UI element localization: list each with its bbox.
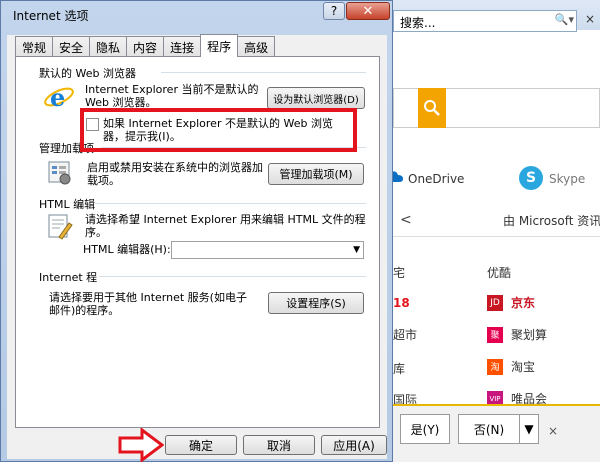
ok-button[interactable]: 确定 — [165, 435, 237, 455]
left-link[interactable]: 18 — [393, 296, 410, 310]
chevron-left-icon[interactable]: < — [400, 212, 412, 228]
offer-item-taobao[interactable]: 淘 淘宝 — [487, 358, 535, 375]
html-editor-select[interactable]: ▼ — [171, 241, 364, 259]
notify-no-button[interactable]: 否(N) — [458, 414, 520, 444]
tab-connections[interactable]: 连接 — [163, 36, 202, 57]
search-icon — [424, 100, 440, 116]
offer-item-juhuasuan[interactable]: 聚 聚划算 — [487, 326, 547, 343]
tab-close-icon[interactable]: × — [585, 12, 595, 26]
svg-text:e: e — [50, 83, 65, 112]
addons-description: 启用或禁用安装在系统中的浏览器加载项。 — [87, 161, 263, 187]
default-browser-title: 默认的 Web 浏览器 — [39, 67, 136, 80]
browser-search-box[interactable]: 搜索... 🔍▾ — [393, 10, 577, 32]
set-default-browser-button[interactable]: 设为默认浏览器(D) — [267, 87, 365, 109]
ie-logo-icon: e — [44, 83, 74, 112]
notify-close-icon[interactable]: × — [548, 424, 558, 438]
apply-button[interactable]: 应用(A) — [321, 435, 387, 455]
tab-advanced[interactable]: 高级 — [237, 36, 276, 57]
html-editing-description: 请选择希望 Internet Explorer 用来编辑 HTML 文件的程序。 — [85, 213, 366, 239]
taobao-logo-icon: 淘 — [487, 358, 503, 375]
search-dropdown-icon[interactable]: 🔍▾ — [555, 13, 574, 26]
onedrive-link[interactable]: OneDrive — [408, 172, 464, 186]
offer-label: 淘宝 — [511, 360, 536, 374]
close-button[interactable]: ✕ — [346, 2, 390, 20]
offers-title: 优酷 — [487, 266, 512, 280]
left-link[interactable]: 超市 — [393, 326, 417, 343]
arrow-right-icon — [118, 428, 164, 462]
offer-item-jd[interactable]: JD 京东 — [487, 294, 535, 311]
divider — [161, 72, 366, 73]
notify-yes-button[interactable]: 是(Y) — [400, 414, 450, 444]
tab-programs[interactable]: 程序 — [200, 34, 239, 57]
set-programs-button[interactable]: 设置程序(S) — [268, 292, 364, 314]
html-editor-label: HTML 编辑器(H): — [83, 243, 171, 256]
browser-search-placeholder: 搜索... — [400, 16, 436, 30]
highlight-box — [80, 108, 357, 152]
juhuasuan-logo-icon: 聚 — [487, 326, 503, 343]
cancel-button[interactable]: 取消 — [243, 435, 315, 455]
left-link[interactable]: 宅 — [393, 264, 405, 281]
manage-addons-button[interactable]: 管理加载项(M) — [268, 163, 364, 185]
page-search-button[interactable] — [418, 88, 446, 128]
offer-label: 京东 — [511, 296, 536, 310]
html-editor-icon — [48, 214, 73, 240]
internet-programs-title: Internet 程 — [39, 271, 98, 284]
tab-general[interactable]: 常规 — [15, 36, 54, 57]
manage-addons-icon — [48, 161, 71, 185]
html-editing-title: HTML 编辑 — [39, 198, 96, 211]
divider — [99, 276, 366, 277]
tab-content[interactable]: 内容 — [126, 36, 165, 57]
help-button[interactable]: ? — [323, 2, 345, 20]
chevron-down-icon: ▼ — [524, 422, 534, 436]
tab-privacy[interactable]: 隐私 — [89, 36, 128, 57]
tab-security[interactable]: 安全 — [52, 36, 91, 57]
internet-programs-description: 请选择要用于其他 Internet 服务(如电子邮件)的程序。 — [49, 291, 247, 317]
internet-options-dialog: Internet 选项 ? ✕ 常规 安全 隐私 内容 连接 程序 高级 默认的… — [0, 0, 393, 462]
tab-strip: 常规 安全 隐私 内容 连接 程序 高级 — [15, 34, 276, 57]
default-browser-status: Internet Explorer 当前不是默认的 Web 浏览器。 — [85, 83, 259, 109]
left-link[interactable]: 库 — [393, 360, 405, 377]
notify-dropdown-button[interactable]: ▼ — [519, 414, 539, 444]
offer-label: 聚划算 — [511, 328, 548, 342]
divider — [393, 236, 600, 237]
chevron-down-icon: ▼ — [353, 245, 360, 255]
jd-logo-icon: JD — [487, 294, 503, 311]
html-editor-value — [172, 243, 175, 256]
dialog-title: Internet 选项 — [13, 9, 89, 23]
microsoft-news-label: 由 Microsoft 资讯赋 — [503, 214, 600, 228]
skype-link[interactable]: Skype — [549, 172, 585, 186]
divider — [95, 203, 366, 204]
skype-icon: S — [519, 166, 543, 190]
